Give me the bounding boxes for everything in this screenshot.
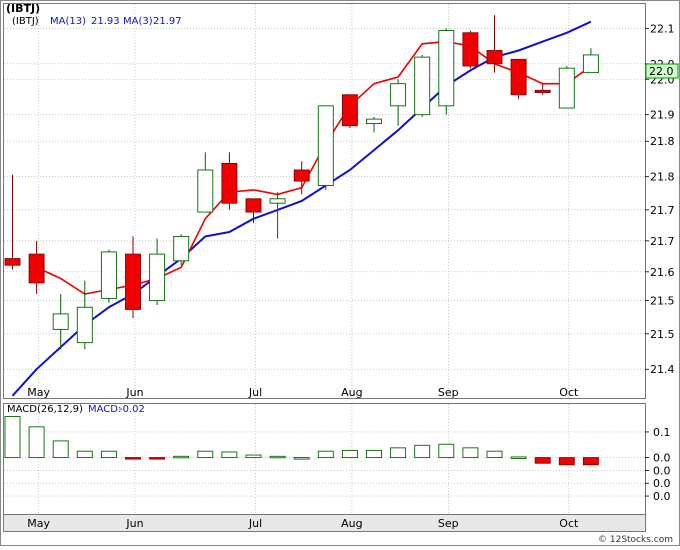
candle-body <box>462 32 479 67</box>
macd-x-label: May <box>27 517 50 530</box>
candle-body <box>534 89 551 93</box>
candle-body <box>4 258 21 266</box>
macd-x-label: Jul <box>248 517 262 530</box>
candle-body <box>221 162 238 204</box>
price-x-label: Jul <box>248 386 262 399</box>
ticker-sub: (IBTJ) <box>12 16 39 27</box>
price-y-tick-label: 21.9 <box>650 109 675 122</box>
price-x-label: Oct <box>559 386 579 399</box>
candle-body <box>149 253 166 302</box>
candle-body <box>438 30 455 107</box>
macd-legend-value: -0.02 <box>119 404 145 415</box>
macd-bar <box>486 450 503 459</box>
candle-body <box>28 253 45 284</box>
macd-bar <box>125 457 141 460</box>
macd-bar <box>28 426 45 459</box>
macd-bar <box>197 450 214 459</box>
macd-bar <box>317 450 334 459</box>
macd-title: MACD(26,12,9) <box>7 404 83 415</box>
candle-body <box>197 169 214 213</box>
price-y-tick-label: 21.7 <box>650 235 675 248</box>
macd-y-tick-label: 0.0 <box>653 477 671 490</box>
candle-body <box>366 118 382 124</box>
price-y-tick-label: 21.4 <box>650 363 675 376</box>
macd-bar <box>582 457 599 466</box>
price-x-label: May <box>27 386 50 399</box>
price-x-label: Jun <box>125 386 143 399</box>
candle-body <box>486 50 503 65</box>
macd-bar <box>149 457 166 460</box>
price-x-label: Sep <box>438 386 459 399</box>
macd-bar <box>269 455 286 459</box>
price-y-tick-label: 21.5 <box>650 328 675 341</box>
stock-chart-svg: 22.122.022.021.921.821.821.721.721.621.5… <box>0 0 680 546</box>
price-y-tick-label: 21.6 <box>650 266 675 279</box>
macd-x-label: Aug <box>341 517 362 530</box>
candle-body <box>245 198 262 213</box>
candle-body <box>100 251 117 299</box>
macd-x-label: Sep <box>438 517 459 530</box>
macd-bar <box>414 444 431 459</box>
price-y-tick-label: 21.5 <box>650 295 675 308</box>
candle-body <box>414 56 431 116</box>
ma3-legend-value: 21.97 <box>153 16 182 27</box>
macd-bar <box>76 450 93 459</box>
candle-body <box>390 83 407 107</box>
price-y-tick-label: 21.7 <box>650 204 675 217</box>
macd-axis-band <box>3 514 646 532</box>
macd-bar <box>245 454 262 459</box>
macd-bar <box>100 450 117 459</box>
macd-bar <box>4 416 21 459</box>
macd-y-tick-label: 0.0 <box>653 452 671 465</box>
chart-stage: 22.122.022.021.921.821.821.721.721.621.5… <box>0 0 680 546</box>
candle-body <box>125 253 141 310</box>
candle-body <box>317 105 334 186</box>
candle-body <box>269 198 286 204</box>
symbol-title: (IBTJ) <box>6 2 40 15</box>
candle-body <box>76 306 93 344</box>
candle-body <box>341 94 358 127</box>
macd-bar <box>366 449 382 459</box>
candle-body <box>293 169 310 182</box>
price-y-tick-label: 21.8 <box>650 135 675 148</box>
watermark: © 12Stocks.com <box>598 535 673 545</box>
macd-bar <box>510 456 527 459</box>
macd-y-tick-label: 0.0 <box>653 490 671 503</box>
macd-bar <box>534 457 551 464</box>
price-y-tick-label: 21.8 <box>650 171 675 184</box>
macd-y-tick-label: 0.1 <box>653 426 671 439</box>
ma3-legend-label: MA(3) <box>123 16 153 27</box>
price-y-tick-label: 22.1 <box>650 22 675 35</box>
candle-body <box>510 58 527 96</box>
price-x-label: Aug <box>341 386 362 399</box>
candle-body <box>558 67 575 109</box>
macd-legend-label: MACD: <box>88 404 121 415</box>
candle-body <box>173 235 190 262</box>
macd-bar <box>341 449 358 459</box>
macd-bar <box>52 440 69 459</box>
macd-x-label: Oct <box>559 517 579 530</box>
candle-body <box>52 313 69 330</box>
ma13-legend-value: 21.93 <box>91 16 120 27</box>
macd-bar <box>438 443 455 459</box>
macd-x-label: Jun <box>125 517 143 530</box>
price-badge: 22.0 <box>649 65 674 78</box>
candle-body <box>582 54 599 74</box>
macd-bar <box>221 451 238 459</box>
macd-panel <box>3 403 646 532</box>
macd-y-tick-label: 0.0 <box>653 464 671 477</box>
ma13-legend-label: MA(13) <box>50 16 86 27</box>
macd-bar <box>558 457 575 466</box>
macd-bar <box>173 455 190 459</box>
macd-bar <box>462 447 479 459</box>
macd-bar <box>293 457 310 460</box>
macd-bar <box>390 447 407 459</box>
price-panel <box>3 3 646 399</box>
